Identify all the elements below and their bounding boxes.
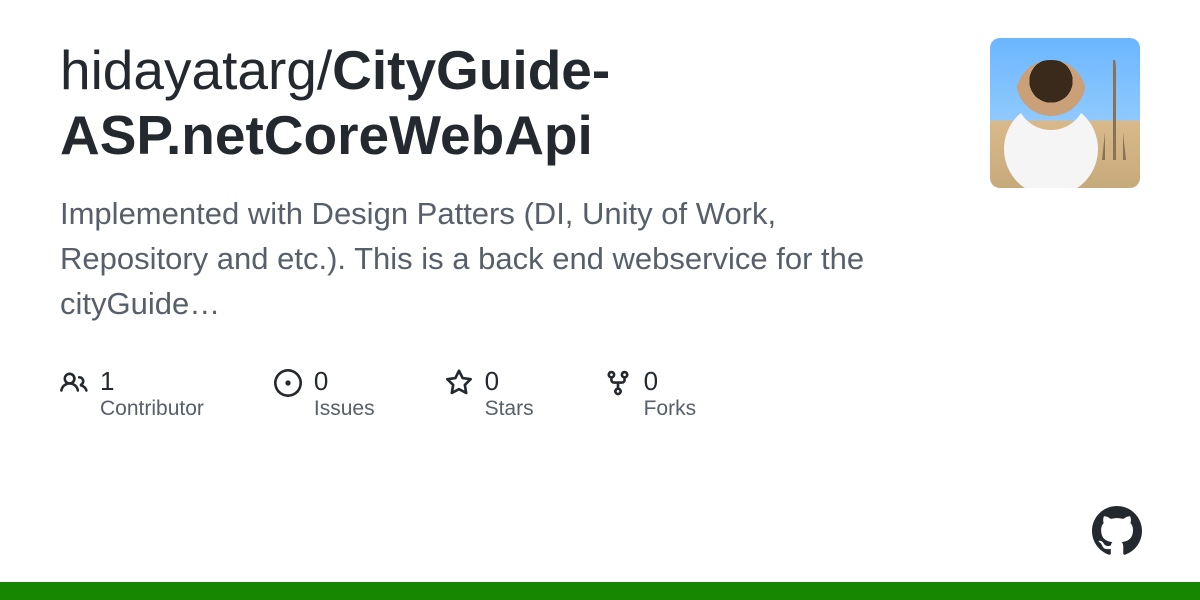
stat-body: 0 Forks <box>644 367 697 422</box>
issue-icon <box>274 369 302 397</box>
stat-body: 0 Issues <box>314 367 375 422</box>
stat-value: 0 <box>314 367 375 396</box>
repo-card: hidayatarg/CityGuide-ASP.netCoreWebApi I… <box>0 0 1200 421</box>
stat-label: Contributor <box>100 397 204 421</box>
people-icon <box>60 369 88 397</box>
stat-label: Forks <box>644 397 697 421</box>
stat-body: 1 Contributor <box>100 367 204 422</box>
stat-label: Stars <box>485 397 534 421</box>
repo-stats: 1 Contributor 0 Issues 0 Stars <box>60 367 950 422</box>
stat-contributors[interactable]: 1 Contributor <box>60 367 204 422</box>
language-bar <box>0 582 1200 600</box>
stat-forks[interactable]: 0 Forks <box>604 367 697 422</box>
repo-title-separator: / <box>317 39 332 101</box>
repo-title: hidayatarg/CityGuide-ASP.netCoreWebApi <box>60 38 950 168</box>
stat-value: 0 <box>485 367 534 396</box>
stat-label: Issues <box>314 397 375 421</box>
stat-value: 0 <box>644 367 697 396</box>
stat-value: 1 <box>100 367 204 396</box>
stat-stars[interactable]: 0 Stars <box>445 367 534 422</box>
github-logo-icon[interactable] <box>1092 506 1142 556</box>
stat-body: 0 Stars <box>485 367 534 422</box>
stat-issues[interactable]: 0 Issues <box>274 367 375 422</box>
star-icon <box>445 369 473 397</box>
avatar[interactable] <box>990 38 1140 188</box>
fork-icon <box>604 369 632 397</box>
repo-description: Implemented with Design Patters (DI, Uni… <box>60 192 880 327</box>
repo-main: hidayatarg/CityGuide-ASP.netCoreWebApi I… <box>60 38 950 421</box>
language-segment <box>0 582 1200 600</box>
repo-owner-link[interactable]: hidayatarg <box>60 39 317 101</box>
